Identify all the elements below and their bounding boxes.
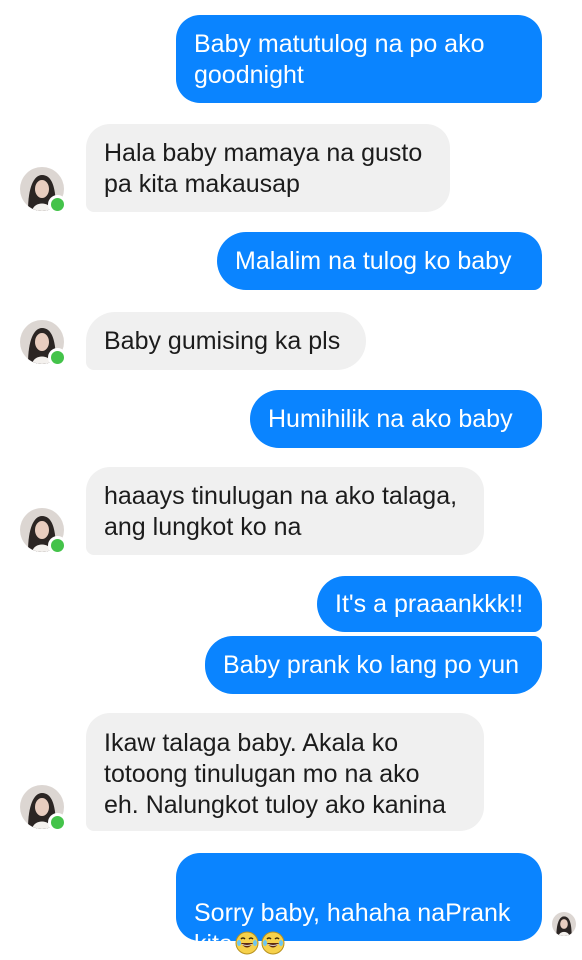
seen-avatar-icon	[552, 912, 576, 936]
outgoing-message[interactable]: Baby matutulog na po ako goodnight	[176, 15, 542, 103]
contact-avatar-icon[interactable]	[20, 167, 67, 214]
chat-thread: Baby matutulog na po ako goodnight Hala …	[0, 0, 582, 960]
outgoing-message[interactable]: Baby prank ko lang po yun	[205, 636, 542, 694]
laughing-tears-emoji-icon	[235, 931, 259, 955]
online-status-dot	[48, 813, 67, 832]
outgoing-message[interactable]: Malalim na tulog ko baby	[217, 232, 542, 290]
contact-avatar-icon[interactable]	[20, 320, 67, 367]
outgoing-message[interactable]: It's a praaankkk!!	[317, 576, 542, 632]
outgoing-message[interactable]: Sorry baby, hahaha naPrank kita	[176, 853, 542, 958]
contact-avatar-icon[interactable]	[20, 785, 67, 832]
online-status-dot	[48, 195, 67, 214]
outgoing-message[interactable]: Humihilik na ako baby	[250, 390, 542, 448]
contact-avatar-icon[interactable]	[20, 508, 67, 555]
incoming-message[interactable]: Baby gumising ka pls	[86, 312, 366, 370]
incoming-message[interactable]: Hala baby mamaya na gusto pa kita makaus…	[86, 124, 450, 212]
incoming-message[interactable]: Ikaw talaga baby. Akala ko totoong tinul…	[86, 713, 484, 831]
laughing-tears-emoji-icon	[261, 931, 285, 955]
incoming-message[interactable]: haaays tinulugan na ako talaga, ang lung…	[86, 467, 484, 555]
online-status-dot	[48, 348, 67, 367]
online-status-dot	[48, 536, 67, 555]
